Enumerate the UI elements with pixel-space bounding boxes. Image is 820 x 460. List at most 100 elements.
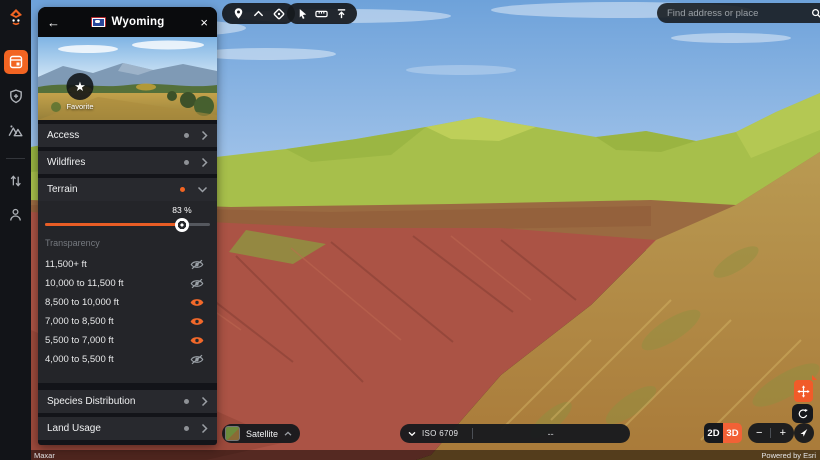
section-species-distribution[interactable]: Species Distribution (38, 390, 217, 413)
esri-attribution[interactable]: Powered by Esri (761, 451, 816, 460)
rail-map-button[interactable] (4, 50, 28, 74)
move-arrows-icon (797, 385, 810, 398)
status-dot (184, 426, 189, 431)
coordinate-value: -- (479, 429, 622, 439)
status-dot (184, 160, 189, 165)
chevron-down-icon (197, 186, 208, 193)
coordinates-bar[interactable]: ISO 6709 -- (400, 424, 630, 443)
visibility-eye-icon[interactable] (190, 297, 204, 308)
mode-2d-button[interactable]: 2D (704, 423, 723, 443)
visibility-eye-icon[interactable] (190, 278, 204, 289)
state-layers-panel: ← Wyoming × ★ Favorite (38, 7, 217, 445)
section-land-usage[interactable]: Land Usage (38, 417, 217, 440)
transparency-slider: 83 % (45, 201, 210, 237)
measure-icon[interactable] (314, 6, 330, 22)
elevation-band-row[interactable]: 11,500+ ft (38, 255, 217, 274)
chevron-right-icon (201, 423, 208, 434)
section-terrain-block: Terrain 83 % Transparency 11,500+ ft (38, 178, 217, 383)
chevron-right-icon (201, 130, 208, 141)
terrain-expanded-content: 83 % Transparency 11,500+ ft 10,000 to 1… (38, 201, 217, 383)
band-label: 7,000 to 8,500 ft (45, 316, 114, 327)
person-icon (9, 208, 22, 222)
location-pin-icon[interactable] (230, 6, 246, 22)
section-label: Species Distribution (47, 396, 184, 407)
search-bar (657, 3, 820, 23)
zoom-in-button[interactable]: + (776, 427, 790, 439)
imagery-attribution: Maxar (34, 451, 55, 460)
elevation-bands-list: 11,500+ ft 10,000 to 11,500 ft 8,500 to … (38, 255, 217, 369)
elevation-band-row[interactable]: 8,500 to 10,000 ft (38, 293, 217, 312)
band-label: 8,500 to 10,000 ft (45, 297, 119, 308)
status-dot (184, 399, 189, 404)
elevation-band-row[interactable]: 4,000 to 5,500 ft (38, 350, 217, 369)
basemap-label: Satellite (246, 429, 278, 439)
dimension-toggle: 2D 3D (704, 423, 742, 443)
chevron-right-icon (201, 396, 208, 407)
section-label: Wildfires (47, 157, 184, 168)
compass-needle-icon (798, 427, 810, 439)
status-dot-active (180, 187, 185, 192)
elevation-band-row[interactable]: 5,500 to 7,000 ft (38, 331, 217, 350)
pan-control-button[interactable] (794, 380, 813, 402)
chevron-up-icon (284, 431, 292, 437)
sort-arrows-icon (9, 174, 22, 188)
search-input[interactable] (665, 7, 811, 20)
close-icon[interactable]: × (192, 15, 208, 30)
section-terrain[interactable]: Terrain (38, 178, 217, 201)
section-wildfires[interactable]: Wildfires (38, 151, 217, 174)
zoom-out-button[interactable]: − (752, 427, 766, 439)
reset-rotation-button[interactable] (792, 404, 813, 423)
star-icon: ★ (74, 79, 86, 95)
panel-title: Wyoming (112, 16, 165, 28)
elevation-band-row[interactable]: 10,000 to 11,500 ft (38, 274, 217, 293)
favorite-button[interactable]: ★ Favorite (66, 73, 93, 111)
mountains-icon (8, 124, 23, 137)
favorite-label: Favorite (66, 102, 93, 111)
rail-profile-button[interactable] (4, 203, 28, 227)
band-label: 5,500 to 7,000 ft (45, 335, 114, 346)
visibility-eye-icon[interactable] (190, 354, 204, 365)
section-label: Land Usage (47, 423, 184, 434)
basemap-thumbnail (225, 426, 240, 441)
section-label: Terrain (47, 184, 180, 195)
back-button[interactable]: ← (47, 15, 63, 30)
band-label: 4,000 to 5,500 ft (45, 354, 114, 365)
toolbar-group-waypoints (222, 3, 295, 24)
slider-track[interactable] (45, 223, 210, 226)
slider-fill (45, 223, 182, 226)
coordinate-format: ISO 6709 (422, 429, 458, 438)
waypoint-diamond-icon[interactable] (271, 6, 287, 22)
chevron-right-icon (201, 157, 208, 168)
app-rail (0, 0, 31, 460)
onx-logo (5, 6, 27, 28)
mode-3d-button[interactable]: 3D (723, 423, 742, 443)
map-attribution: Maxar Powered by Esri (31, 450, 820, 460)
slider-thumb[interactable] (175, 218, 189, 232)
divider (770, 428, 771, 438)
rotate-icon (797, 408, 809, 420)
snap-to-top-icon[interactable] (333, 6, 349, 22)
zoom-control: − + (748, 423, 794, 443)
section-access[interactable]: Access (38, 124, 217, 147)
rail-basemap-button[interactable] (4, 84, 28, 108)
chevron-up-tool-icon[interactable] (250, 6, 266, 22)
slider-value: 83 % (172, 205, 191, 215)
search-icon[interactable] (811, 8, 820, 19)
band-label: 10,000 to 11,500 ft (45, 278, 124, 289)
panel-header: ← Wyoming × (38, 7, 217, 37)
chevron-down-icon[interactable] (408, 431, 416, 437)
visibility-eye-icon[interactable] (190, 316, 204, 327)
basemap-picker[interactable]: Satellite (222, 424, 300, 443)
status-dot (184, 133, 189, 138)
rail-sort-button[interactable] (4, 169, 28, 193)
band-label: 11,500+ ft (45, 259, 87, 270)
compass-button[interactable] (794, 423, 814, 443)
elevation-band-row[interactable]: 7,000 to 8,500 ft (38, 312, 217, 331)
shield-icon (9, 89, 23, 104)
cursor-icon[interactable] (295, 6, 311, 22)
visibility-eye-icon[interactable] (190, 259, 204, 270)
toolbar-group-tools (287, 3, 357, 24)
wyoming-flag-icon (91, 17, 106, 27)
rail-terrain-button[interactable] (4, 118, 28, 142)
visibility-eye-icon[interactable] (190, 335, 204, 346)
